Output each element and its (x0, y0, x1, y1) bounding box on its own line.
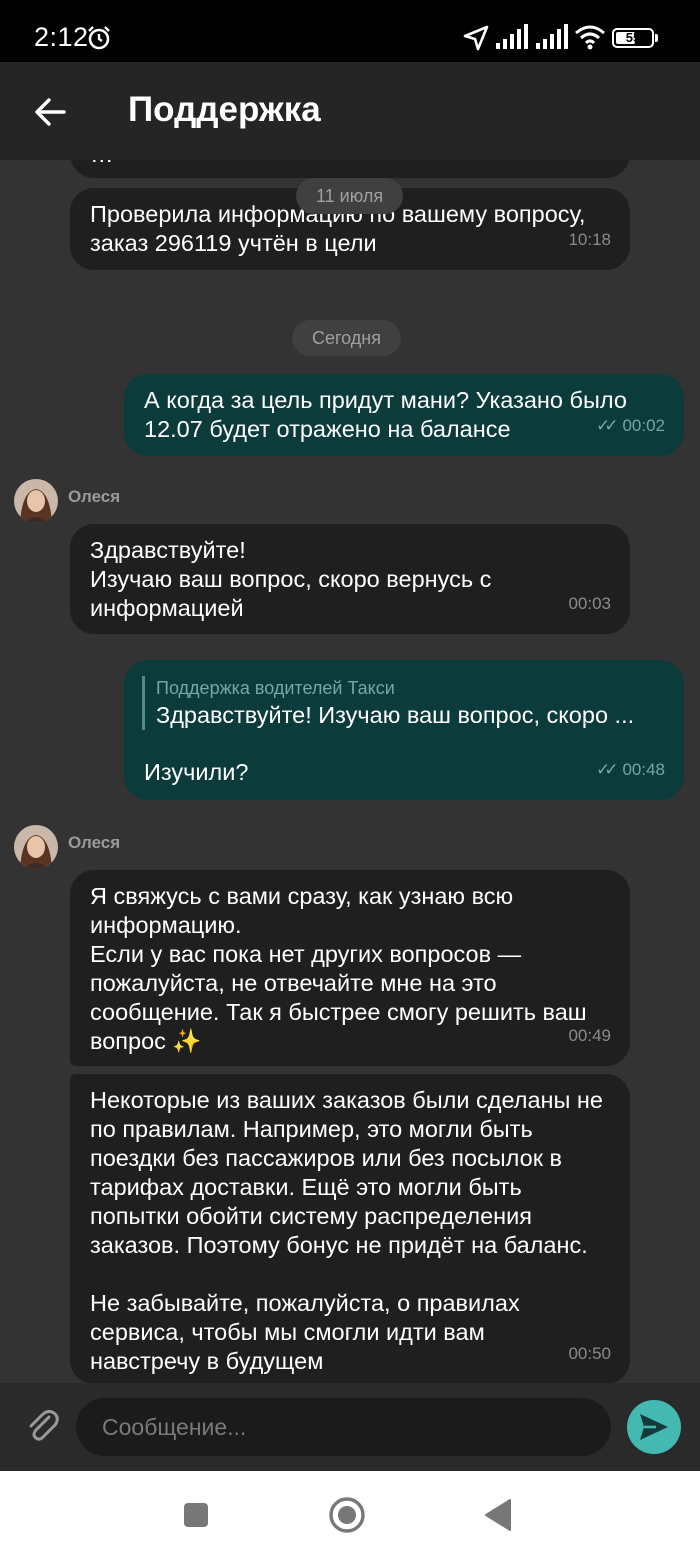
message-time: 00:02 (622, 416, 665, 435)
message-text: Изучили? (144, 759, 249, 785)
reply-quote[interactable]: Поддержка водителей Такси Здравствуйте! … (142, 676, 676, 730)
message-time: 10:18 (568, 230, 611, 249)
signal-icon (496, 24, 528, 49)
battery-text: 55 (625, 30, 641, 45)
signal-icon (536, 24, 568, 49)
message-time: 00:49 (568, 1026, 611, 1045)
message-time: 00:50 (568, 1344, 611, 1363)
date-divider: 11 июля (296, 178, 404, 214)
send-icon (640, 1414, 668, 1440)
message-meta: ✓✓ 00:48 (596, 755, 665, 784)
avatar[interactable] (14, 825, 58, 869)
alarm-icon (88, 26, 110, 50)
paperclip-icon[interactable] (24, 1405, 60, 1445)
system-nav-bar (0, 1471, 700, 1556)
message-text: А когда за цель придут мани? Указано был… (144, 387, 627, 442)
triangle-back-icon[interactable] (478, 1495, 518, 1535)
message-text: Некоторые из ваших заказов были сделаны … (90, 1087, 603, 1374)
message-text: Я свяжусь с вами сразу, как узнаю всю ин… (90, 883, 587, 1054)
wifi-icon (575, 25, 605, 50)
quote-text: Здравствуйте! Изучаю ваш вопрос, скоро .… (156, 702, 635, 728)
battery-icon: 55 (612, 28, 654, 48)
sender-name: Олеся (68, 833, 121, 852)
message-bubble-incoming: Я свяжусь с вами сразу, как узнаю всю ин… (70, 870, 630, 1066)
message-bubble-incoming: Некоторые из ваших заказов были сделаны … (70, 1074, 630, 1383)
avatar[interactable] (14, 479, 58, 523)
quote-author: Поддержка водителей Такси (156, 678, 395, 698)
sender-name: Олеся (68, 487, 121, 506)
message-text: Здравствуйте! Изучаю ваш вопрос, скоро в… (90, 537, 492, 621)
circle-home-icon[interactable] (327, 1495, 367, 1535)
message-bubble-incoming: Здравствуйте! Изучаю ваш вопрос, скоро в… (70, 524, 630, 634)
chat-area[interactable]: … Проверила информацию по вашему вопросу… (0, 160, 700, 1383)
send-button[interactable] (627, 1400, 681, 1454)
read-ticks-icon: ✓✓ (595, 416, 618, 435)
back-button[interactable] (22, 84, 78, 140)
read-ticks-icon: ✓✓ (595, 760, 618, 779)
message-bubble-outgoing: Поддержка водителей Такси Здравствуйте! … (124, 660, 684, 800)
message-composer (0, 1383, 700, 1471)
message-time: 00:48 (622, 760, 665, 779)
message-text: … (90, 160, 610, 169)
message-bubble-partial: … (70, 160, 630, 178)
location-arrow-icon (463, 25, 489, 51)
square-icon[interactable] (176, 1495, 216, 1535)
message-input[interactable] (76, 1398, 611, 1456)
battery-tip (655, 34, 658, 42)
page-title: Поддержка (128, 90, 321, 129)
status-time: 2:12 (34, 22, 89, 52)
message-meta: ✓✓ 00:02 (596, 411, 665, 440)
message-time: 00:03 (568, 594, 611, 613)
app-bar: Поддержка (0, 62, 700, 160)
date-divider: Сегодня (292, 320, 401, 356)
status-bar: 2:12 55 (0, 0, 700, 62)
message-bubble-outgoing: А когда за цель придут мани? Указано был… (124, 374, 684, 456)
